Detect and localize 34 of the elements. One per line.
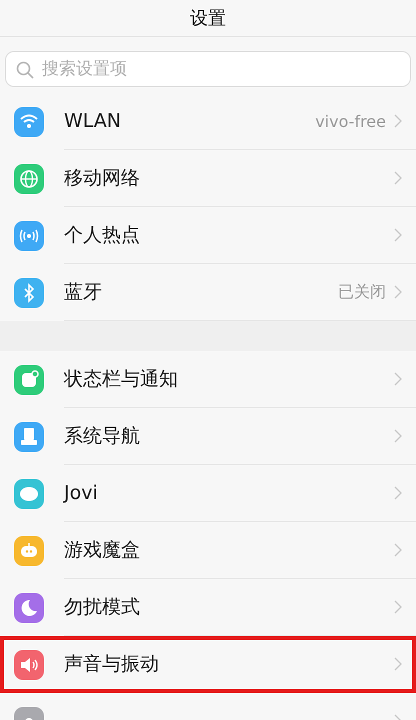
settings-item[interactable]: 声音与振动: [0, 636, 416, 693]
chevron-icon: [394, 285, 402, 299]
screen-title: 设置: [190, 7, 226, 30]
item-label: 勿扰模式: [64, 595, 141, 620]
settings-item[interactable]: 状态栏与通知: [0, 351, 416, 408]
search-field[interactable]: 搜索设置项: [5, 51, 411, 87]
item-label: 状态栏与通知: [64, 367, 179, 392]
chevron-icon: [394, 486, 402, 500]
settings-item[interactable]: 移动网络: [0, 150, 416, 207]
item-label: 系统导航: [64, 424, 141, 449]
settings-item[interactable]: 游戏魔盒: [0, 522, 416, 579]
search-icon: [15, 60, 35, 80]
settings-item[interactable]: 勿扰模式: [0, 579, 416, 636]
item-label: 蓝牙: [64, 280, 103, 305]
item-label: 个人热点: [64, 223, 141, 248]
chevron-icon: [394, 657, 402, 671]
settings-item[interactable]: WLAN vivo-free: [0, 93, 416, 150]
settings-item[interactable]: Jovi: [0, 465, 416, 522]
item-label: 声音与振动: [64, 652, 160, 677]
chevron-icon: [394, 429, 402, 443]
chevron-icon: [394, 543, 402, 557]
chevron-icon: [394, 228, 402, 242]
item-label: WLAN: [64, 110, 122, 132]
item-label: 移动网络: [64, 166, 141, 191]
chevron-icon: [394, 114, 402, 128]
item-value: 已关闭: [338, 282, 386, 302]
chevron-icon: [394, 171, 402, 185]
item-label: Jovi: [64, 482, 99, 504]
chevron-icon: [394, 600, 402, 614]
item-value: vivo-free: [315, 112, 386, 130]
chevron-icon: [394, 372, 402, 386]
item-label: 游戏魔盒: [64, 538, 141, 563]
settings-item[interactable]: 系统导航: [0, 408, 416, 465]
settings-item[interactable]: 个人热点: [0, 207, 416, 264]
